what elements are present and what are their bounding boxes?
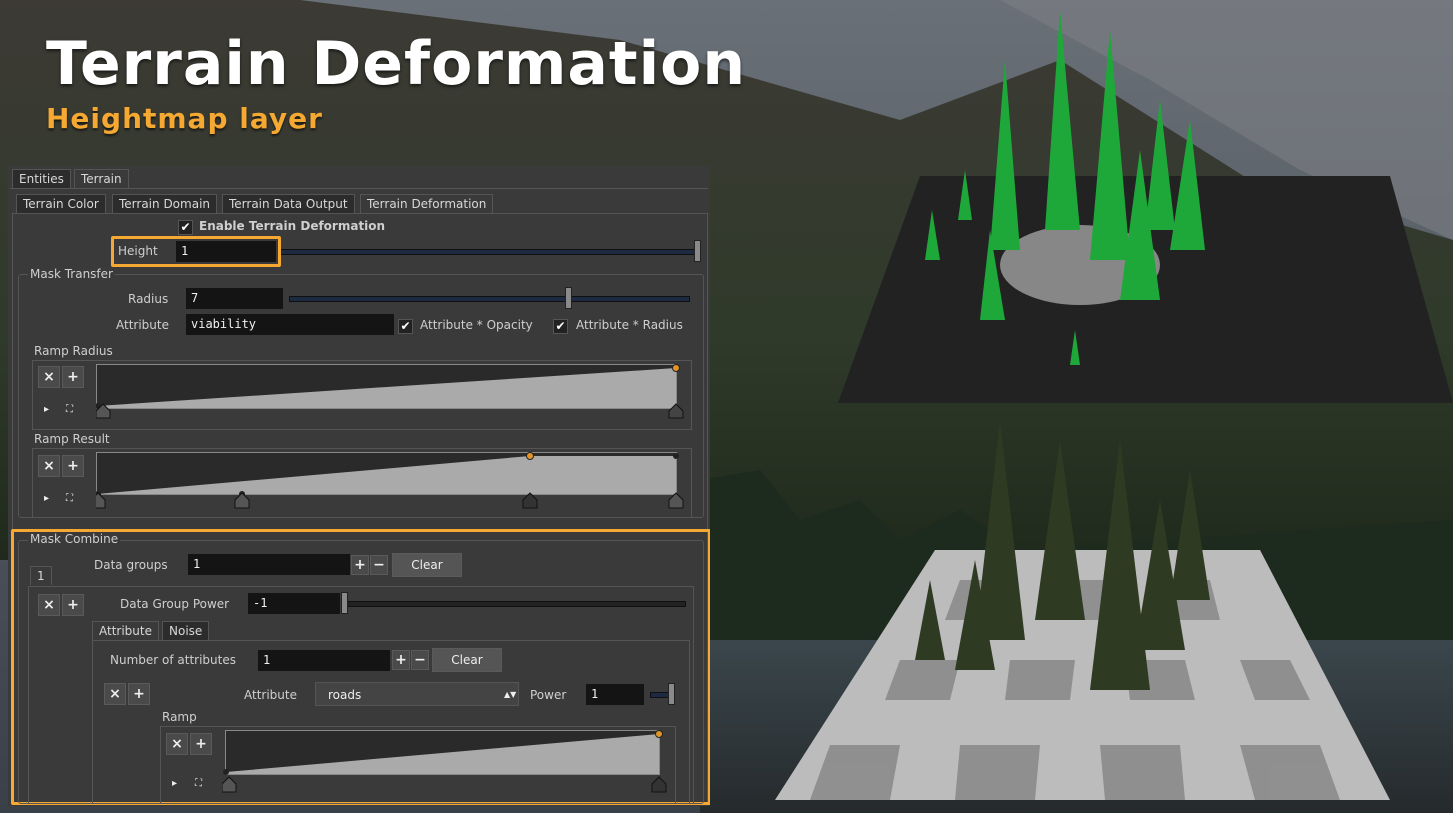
tab-terrain-data-output[interactable]: Terrain Data Output xyxy=(222,194,355,213)
data-group-remove-button[interactable]: × xyxy=(38,594,60,616)
ramp-radius-label: Ramp Radius xyxy=(34,344,113,358)
opacity-checkbox[interactable]: ✔ xyxy=(398,319,413,334)
frame-icon[interactable]: ⛶ xyxy=(66,404,73,415)
data-groups-clear-button[interactable]: Clear xyxy=(392,553,462,577)
data-group-power-field[interactable]: -1 xyxy=(248,593,340,614)
enable-checkbox[interactable]: ✔ xyxy=(178,220,193,235)
tab-terrain-deformation[interactable]: Terrain Deformation xyxy=(360,194,494,213)
properties-panel: Entities Terrain Terrain Color Terrain D… xyxy=(8,166,710,806)
ramp-result-label: Ramp Result xyxy=(34,432,110,446)
frame-icon[interactable]: ⛶ xyxy=(195,778,202,789)
play-icon[interactable]: ▸ xyxy=(44,404,49,415)
attribute-select-value: roads xyxy=(328,688,362,702)
radius-label: Radius xyxy=(128,292,169,306)
data-groups-field[interactable]: 1 xyxy=(188,554,350,575)
data-groups-increment-button[interactable]: + xyxy=(351,555,369,575)
data-groups-label: Data groups xyxy=(94,558,168,572)
tab-attribute[interactable]: Attribute xyxy=(92,621,159,640)
slide-subtitle: Heightmap layer xyxy=(46,102,323,135)
combine-attribute-label: Attribute xyxy=(244,688,297,702)
power-slider-track[interactable] xyxy=(650,692,670,698)
tab-terrain-color[interactable]: Terrain Color xyxy=(16,194,106,213)
num-attributes-decrement-button[interactable]: − xyxy=(411,650,429,670)
radius-mult-label: Attribute * Radius xyxy=(576,318,683,332)
attribute-field[interactable]: viability xyxy=(186,314,394,335)
radius-slider-handle[interactable] xyxy=(565,287,572,309)
radius-mult-checkbox[interactable]: ✔ xyxy=(553,319,568,334)
num-attributes-increment-button[interactable]: + xyxy=(392,650,410,670)
ramp-result-graph[interactable] xyxy=(96,452,686,510)
tab-terrain-domain[interactable]: Terrain Domain xyxy=(112,194,218,213)
slide-title: Terrain Deformation xyxy=(46,29,747,99)
ramp-result-remove-button[interactable]: × xyxy=(38,455,60,477)
enable-label: Enable Terrain Deformation xyxy=(199,219,386,233)
play-icon[interactable]: ▸ xyxy=(44,493,49,504)
ramp-radius-add-button[interactable]: + xyxy=(62,366,84,388)
combine-ramp-graph[interactable] xyxy=(222,730,672,794)
num-attributes-clear-button[interactable]: Clear xyxy=(432,648,502,672)
combine-ramp-add-button[interactable]: + xyxy=(190,733,212,755)
data-groups-decrement-button[interactable]: − xyxy=(370,555,388,575)
ramp-radius-remove-button[interactable]: × xyxy=(38,366,60,388)
combine-ramp-remove-button[interactable]: × xyxy=(166,733,188,755)
power-slider-handle[interactable] xyxy=(668,683,675,705)
opacity-label: Attribute * Opacity xyxy=(420,318,533,332)
attribute-select[interactable]: roads ▲▼ xyxy=(315,682,519,706)
power-field[interactable]: 1 xyxy=(586,684,644,705)
height-highlight xyxy=(111,236,281,267)
radius-slider-track[interactable] xyxy=(289,296,690,302)
select-updown-icon: ▲▼ xyxy=(504,690,517,699)
frame-icon[interactable]: ⛶ xyxy=(66,493,73,504)
attribute-label: Attribute xyxy=(116,318,169,332)
num-attributes-field[interactable]: 1 xyxy=(258,650,390,671)
play-icon[interactable]: ▸ xyxy=(172,778,177,789)
ramp-label: Ramp xyxy=(162,710,197,724)
num-attributes-label: Number of attributes xyxy=(110,653,236,667)
height-slider-handle[interactable] xyxy=(694,240,701,262)
data-group-add-button[interactable]: + xyxy=(62,594,84,616)
divider xyxy=(10,188,708,189)
ramp-radius-graph[interactable] xyxy=(96,364,686,422)
data-group-power-slider-track[interactable] xyxy=(346,601,686,607)
tab-entities[interactable]: Entities xyxy=(12,169,71,188)
attribute-remove-button[interactable]: × xyxy=(104,683,126,705)
tab-group-1[interactable]: 1 xyxy=(30,566,52,585)
tab-terrain[interactable]: Terrain xyxy=(74,169,129,188)
data-group-power-slider-handle[interactable] xyxy=(341,592,348,614)
mask-transfer-title: Mask Transfer xyxy=(28,267,115,281)
mask-combine-title: Mask Combine xyxy=(28,532,121,546)
tab-noise[interactable]: Noise xyxy=(162,621,210,640)
power-label: Power xyxy=(530,688,567,702)
radius-field[interactable]: 7 xyxy=(186,288,283,309)
height-slider-track[interactable] xyxy=(280,249,698,255)
data-group-power-label: Data Group Power xyxy=(120,597,230,611)
ramp-result-add-button[interactable]: + xyxy=(62,455,84,477)
attribute-add-button[interactable]: + xyxy=(128,683,150,705)
